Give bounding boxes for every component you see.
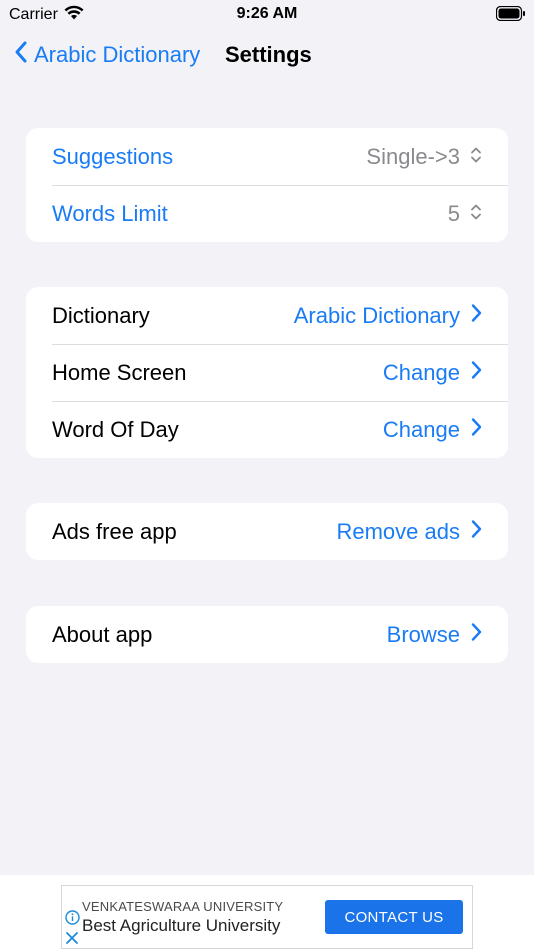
words-limit-picker[interactable]: 5 xyxy=(448,201,482,227)
home-screen-label: Home Screen xyxy=(52,359,187,385)
chevron-right-icon xyxy=(470,519,482,545)
status-time: 9:26 AM xyxy=(236,5,298,22)
settings-group-dictionary: Dictionary Arabic Dictionary Home Screen… xyxy=(26,287,508,458)
word-of-day-value: Change xyxy=(382,416,460,442)
ads-free-label: Ads free app xyxy=(52,518,177,544)
dictionary-value-link[interactable]: Arabic Dictionary xyxy=(294,303,482,329)
dictionary-row[interactable]: Dictionary Arabic Dictionary xyxy=(26,287,508,344)
settings-group-ads: Ads free app Remove ads xyxy=(26,503,508,560)
back-button[interactable]: Arabic Dictionary xyxy=(14,40,200,70)
browse-link[interactable]: Browse xyxy=(387,622,482,648)
contact-us-button[interactable]: CONTACT US xyxy=(325,900,463,934)
remove-ads-link[interactable]: Remove ads xyxy=(336,519,482,545)
word-of-day-label: Word Of Day xyxy=(52,416,179,442)
navigation-bar: Arabic Dictionary Settings xyxy=(0,30,534,80)
about-app-row[interactable]: About app Browse xyxy=(26,606,508,663)
browse-value: Browse xyxy=(386,621,460,647)
dictionary-label: Dictionary xyxy=(52,302,150,328)
info-icon[interactable] xyxy=(65,910,80,930)
suggestions-picker[interactable]: Single->3 xyxy=(366,144,482,170)
words-limit-label: Words Limit xyxy=(52,200,168,226)
close-icon[interactable] xyxy=(65,931,79,950)
words-limit-value: 5 xyxy=(447,200,460,226)
ad-headline: Best Agriculture University xyxy=(82,916,281,935)
suggestions-row[interactable]: Suggestions Single->3 xyxy=(26,128,508,185)
home-screen-value: Change xyxy=(382,359,460,385)
home-screen-row[interactable]: Home Screen Change xyxy=(26,344,508,401)
back-button-label: Arabic Dictionary xyxy=(34,42,201,67)
remove-ads-value: Remove ads xyxy=(336,518,460,544)
words-limit-row[interactable]: Words Limit 5 xyxy=(26,185,508,242)
up-down-chevron-icon xyxy=(470,144,482,170)
chevron-right-icon xyxy=(470,622,482,648)
chevron-left-icon xyxy=(14,40,28,70)
suggestions-value: Single->3 xyxy=(366,143,460,169)
about-app-label: About app xyxy=(52,621,153,647)
ad-banner-container: VENKATESWARAA UNIVERSITY Best Agricultur… xyxy=(0,875,534,950)
word-of-day-row[interactable]: Word Of Day Change xyxy=(26,401,508,458)
word-of-day-change-link[interactable]: Change xyxy=(383,417,482,443)
settings-group-search: Suggestions Single->3 Words Limit 5 xyxy=(26,128,508,242)
chevron-right-icon xyxy=(470,417,482,443)
ad-banner[interactable]: VENKATESWARAA UNIVERSITY Best Agricultur… xyxy=(61,885,473,949)
chevron-right-icon xyxy=(470,303,482,329)
ad-advertiser: VENKATESWARAA UNIVERSITY xyxy=(82,899,284,914)
status-bar: Carrier 9:26 AM xyxy=(0,0,534,28)
page-title: Settings xyxy=(225,42,312,67)
battery-icon xyxy=(495,5,526,26)
dictionary-value: Arabic Dictionary xyxy=(293,302,460,328)
chevron-right-icon xyxy=(470,360,482,386)
suggestions-label: Suggestions xyxy=(52,143,174,169)
ads-free-row[interactable]: Ads free app Remove ads xyxy=(26,503,508,560)
up-down-chevron-icon xyxy=(470,201,482,227)
home-screen-change-link[interactable]: Change xyxy=(383,360,482,386)
settings-group-about: About app Browse xyxy=(26,606,508,663)
